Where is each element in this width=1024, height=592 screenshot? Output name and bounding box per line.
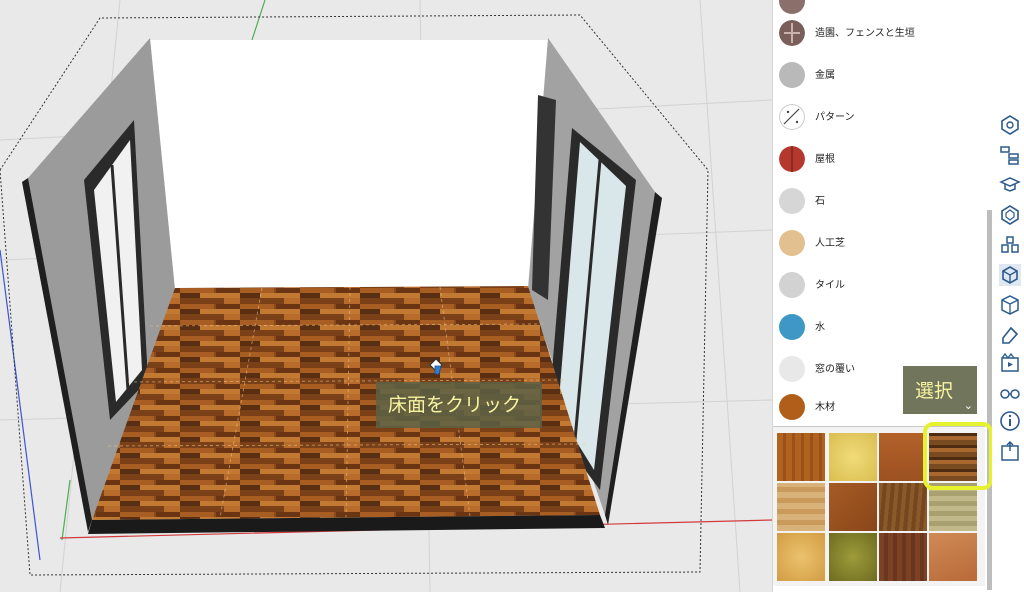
wood-thumb-10[interactable] [829, 533, 877, 581]
wood-thumb-1[interactable] [777, 433, 825, 481]
category-label: 石 [815, 196, 825, 207]
category-label: タイル [815, 280, 845, 291]
shadows-icon[interactable] [999, 352, 1021, 374]
material-category-tile[interactable]: タイル [773, 264, 987, 306]
instructor-icon[interactable] [999, 174, 1021, 196]
export-icon[interactable] [999, 440, 1021, 462]
category-label: 木材 [815, 402, 835, 413]
materials-panel: 造園、フェンスと生垣 金属 パターン 屋根 石 人工芝 タイル 水 窓の覆い 木… [772, 0, 993, 592]
category-label: 窓の覆い [815, 364, 855, 375]
wood-thumb-12[interactable] [929, 533, 977, 581]
stone-swatch-icon [779, 188, 805, 214]
material-category-list: 造園、フェンスと生垣 金属 パターン 屋根 石 人工芝 タイル 水 窓の覆い 木… [773, 0, 987, 426]
components-icon[interactable] [999, 204, 1021, 226]
category-label: 屋根 [815, 154, 835, 165]
tags-icon[interactable] [999, 294, 1021, 316]
paint-bucket-icon [429, 358, 443, 375]
info-icon[interactable] [999, 410, 1021, 432]
material-category-pattern[interactable]: パターン [773, 96, 987, 138]
room-model[interactable] [0, 0, 772, 592]
3d-viewport[interactable]: 床面をクリック [0, 0, 772, 592]
material-category-metal[interactable]: 金属 [773, 54, 987, 96]
select-hint: 選択 ⌄ [903, 366, 977, 414]
material-category-stone[interactable]: 石 [773, 180, 987, 222]
selected-material-highlight [923, 422, 993, 490]
fence-swatch-icon [779, 20, 805, 46]
category-label: パターン [815, 112, 855, 123]
material-category-turf[interactable]: 人工芝 [773, 222, 987, 264]
water-swatch-icon [779, 314, 805, 340]
wood-thumb-11[interactable] [879, 533, 927, 581]
wood-thumb-7[interactable] [879, 483, 927, 531]
material-category-water[interactable]: 水 [773, 306, 987, 348]
wood-thumb-3[interactable] [879, 433, 927, 481]
wood-thumb-6[interactable] [829, 483, 877, 531]
pattern-swatch-icon [779, 104, 805, 130]
click-floor-hint: 床面をクリック [376, 382, 542, 428]
select-label: 選択 [915, 380, 954, 402]
wood-thumb-8[interactable] [929, 483, 977, 531]
soften-edges-icon[interactable] [999, 382, 1021, 404]
category-label: 人工芝 [815, 238, 845, 249]
wood-thumb-2[interactable] [829, 433, 877, 481]
material-category-fence[interactable]: 造園、フェンスと生垣 [773, 12, 987, 54]
window-covering-swatch-icon [779, 356, 805, 382]
wood-swatch-icon [779, 394, 805, 420]
scenes-icon[interactable] [999, 324, 1021, 346]
chevron-down-icon[interactable]: ⌄ [964, 399, 973, 412]
right-tool-tray [992, 0, 1024, 592]
wood-thumb-9[interactable] [777, 533, 825, 581]
roof-swatch-icon [779, 146, 805, 172]
wood-thumb-5[interactable] [777, 483, 825, 531]
category-label: 金属 [815, 70, 835, 81]
styles-icon[interactable] [999, 234, 1021, 256]
turf-swatch-icon [779, 230, 805, 256]
back-wall [150, 40, 548, 288]
category-label: 水 [815, 322, 825, 333]
category-label: 造園、フェンスと生垣 [815, 28, 915, 39]
entity-info-icon[interactable] [999, 114, 1021, 136]
material-category-roof[interactable]: 屋根 [773, 138, 987, 180]
materials-icon[interactable] [999, 264, 1021, 286]
metal-swatch-icon [779, 62, 805, 88]
tile-swatch-icon [779, 272, 805, 298]
outliner-icon[interactable] [999, 144, 1021, 166]
